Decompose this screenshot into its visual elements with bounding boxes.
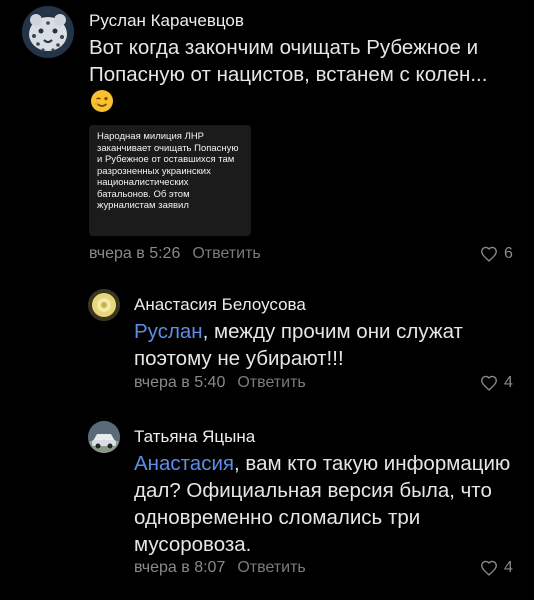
comment-3: Татьяна Яцына Анастасия, вам кто такую и…	[0, 0, 534, 600]
comment-text: Анастасия, вам кто такую информацию дал?…	[134, 450, 524, 558]
mention-link[interactable]: Анастасия	[134, 452, 234, 475]
comment-time: вчера в 8:07	[134, 559, 226, 576]
car-avatar-image	[88, 421, 120, 453]
reply-button[interactable]: Ответить	[237, 559, 305, 576]
comment-author[interactable]: Татьяна Яцына	[134, 427, 255, 447]
like-control[interactable]: 4	[480, 559, 513, 577]
avatar[interactable]	[88, 421, 120, 453]
heart-icon[interactable]	[480, 560, 498, 576]
comment-meta: вчера в 8:07 Ответить	[134, 559, 306, 577]
like-count: 4	[504, 559, 513, 576]
